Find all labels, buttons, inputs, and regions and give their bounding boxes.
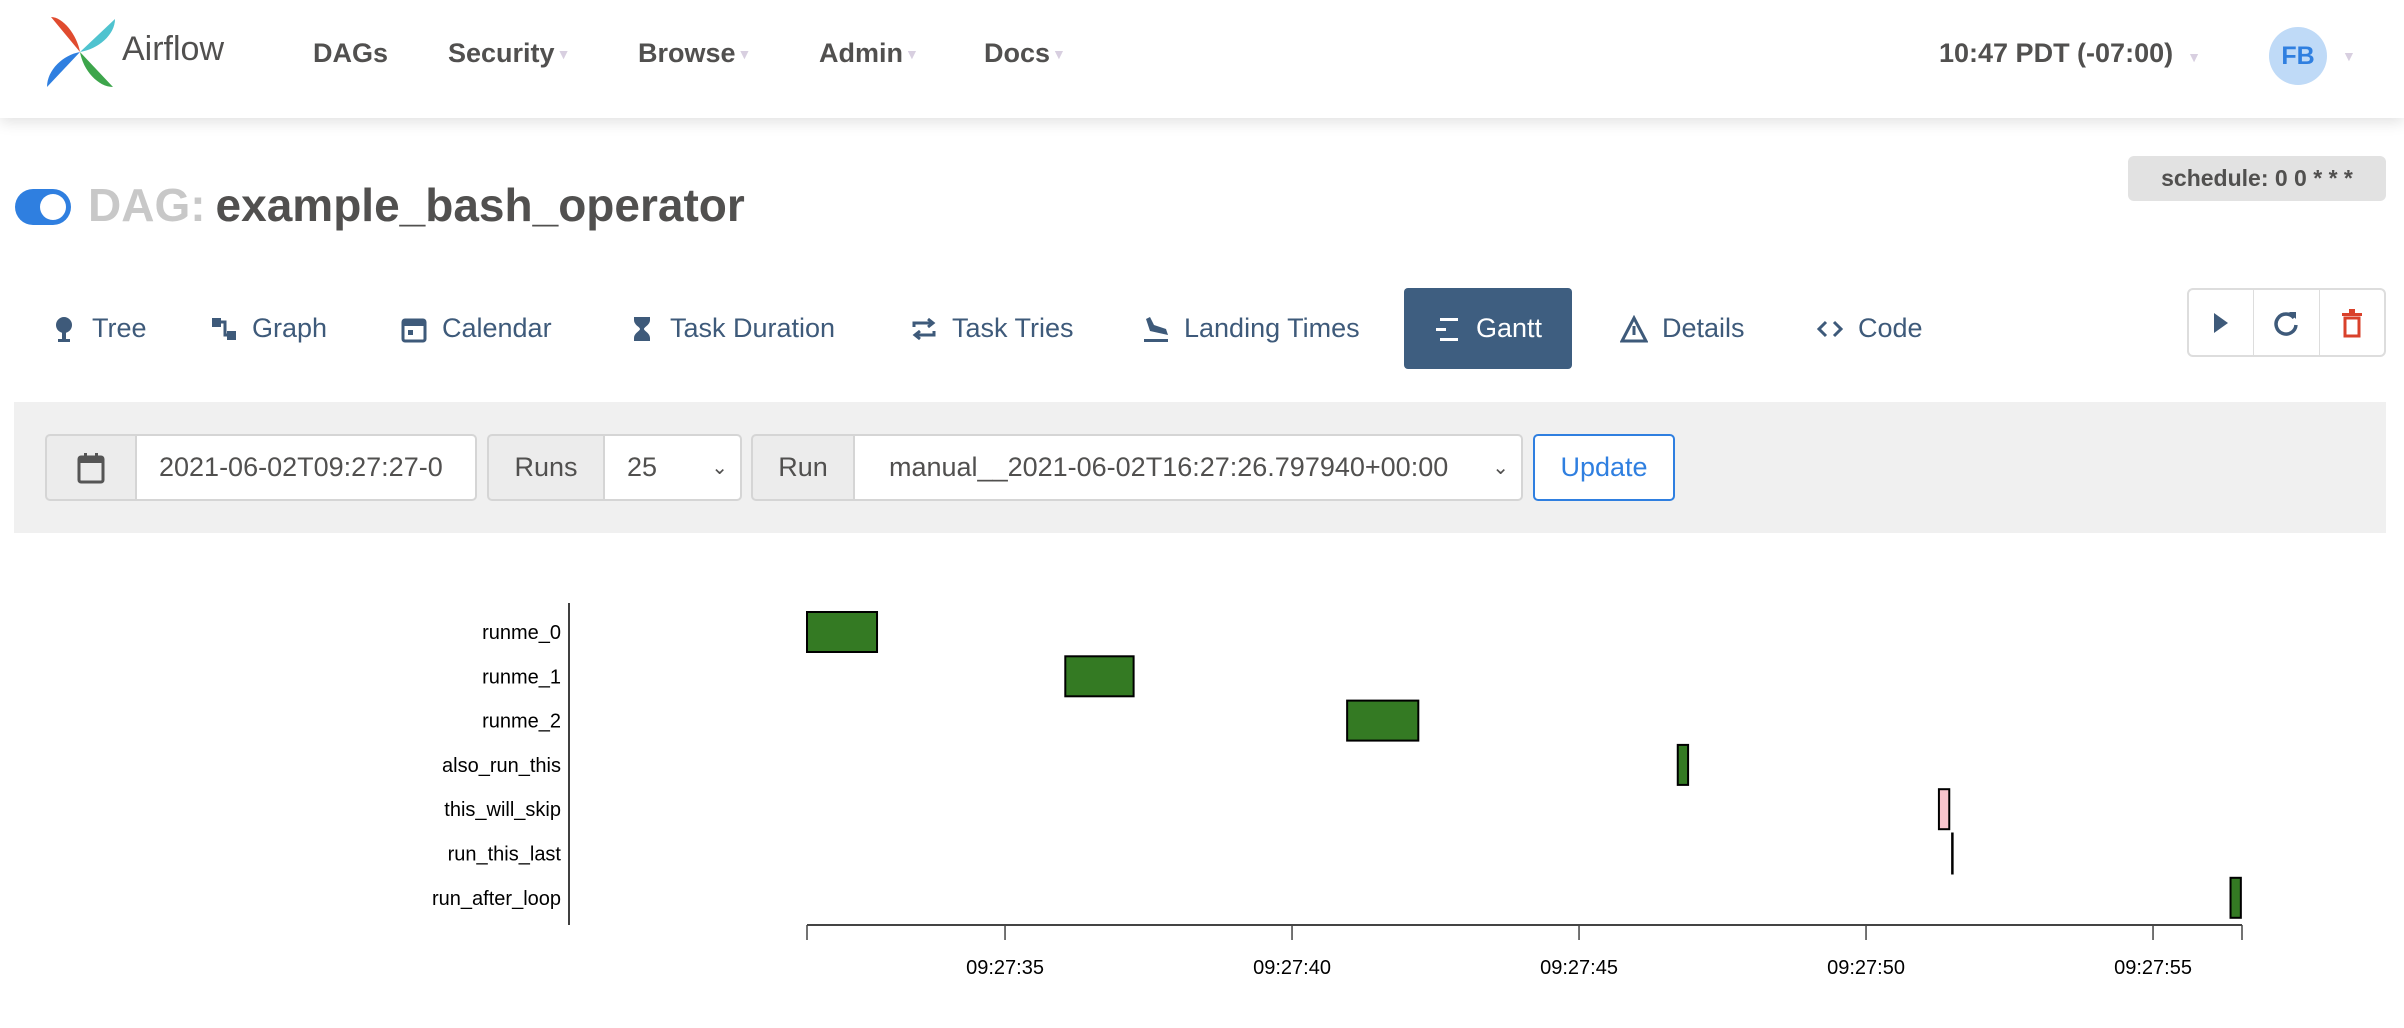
refresh-icon [2274,311,2299,336]
timezone-dropdown[interactable]: 10:47 PDT (-07:00) ▼ [1939,38,2201,69]
chevron-down-icon: ⌄ [1492,457,1509,479]
nav-label: Admin [819,38,903,68]
graph-icon [212,317,236,340]
run-select[interactable]: manual__2021-06-02T16:27:26.797940+00:00… [853,434,1523,501]
tab-label: Details [1662,313,1745,343]
tab-gantt[interactable]: Gantt [1404,288,1573,369]
plane-landing-icon [1144,316,1168,342]
x-tick-label: 09:27:45 [1540,957,1618,979]
run-label: Run [751,434,855,501]
nav-dags[interactable]: DAGs [313,38,388,69]
task-bar-run_this_last[interactable] [1951,832,1954,875]
caret-down-icon: ▼ [2187,49,2201,65]
tab-label: Calendar [442,313,552,343]
nav-admin[interactable]: Admin ▼ [819,38,919,69]
tab-label: Tree [92,313,147,343]
brand-name[interactable]: Airflow [122,30,224,69]
task-bar-run_after_loop[interactable] [2229,876,2242,919]
navbar: Airflow DAGs Security ▼ Browse ▼ Admin ▼ Do… [0,0,2404,118]
tab-tree[interactable]: Tree [42,288,155,369]
tab-label: Code [1858,313,1923,343]
airflow-logo-icon[interactable] [43,15,117,89]
trigger-dag-button[interactable] [2189,290,2255,355]
user-avatar[interactable]: FB [2269,27,2327,85]
task-label: runme_0 [482,622,561,644]
tab-landing-times[interactable]: Landing Times [1134,288,1368,369]
tab-calendar[interactable]: Calendar [392,288,560,369]
task-label: runme_2 [482,711,561,733]
delete-dag-button[interactable] [2320,290,2384,355]
nav-label: Docs [984,38,1051,68]
nav-label: Security [448,38,555,68]
tab-task-tries[interactable]: Task Tries [902,288,1082,369]
trash-icon [2341,308,2362,337]
task-bar-runme_2[interactable] [1346,699,1420,742]
repeat-icon [912,317,936,340]
nav-security[interactable]: Security ▼ [448,38,570,69]
nav-docs[interactable]: Docs ▼ [984,38,1066,69]
nav-label: Browse [638,38,736,68]
update-button[interactable]: Update [1533,434,1675,501]
caret-down-icon: ▼ [1052,45,1066,62]
dag-pause-toggle[interactable] [15,189,71,225]
current-time: 10:47 PDT (-07:00) [1939,38,2174,68]
gantt-chart: runme_0 runme_1 runme_2 also_run_this this_w… [432,603,2243,979]
run-value: manual__2021-06-02T16:27:26.797940+00:00 [889,452,1449,482]
runs-value: 25 [627,452,658,482]
tab-task-duration[interactable]: Task Duration [620,288,843,369]
task-label: runme_1 [482,666,561,688]
tab-code[interactable]: Code [1808,288,1931,369]
nav-label: DAGs [313,38,389,68]
task-bar-this_will_skip[interactable] [1937,788,1951,831]
calendar-icon [77,452,105,483]
play-icon [2214,312,2229,333]
task-bar-also_run_this[interactable] [1676,743,1690,786]
schedule-badge: schedule: 0 0 * * * [2128,156,2386,201]
chevron-down-icon: ⌄ [711,457,728,479]
x-tick-label: 09:27:50 [1827,957,1905,979]
tree-icon [56,316,72,342]
tab-graph[interactable]: Graph [202,288,335,369]
warning-triangle-icon [1620,314,1648,342]
runs-label: Runs [487,434,605,501]
caret-down-icon: ▼ [905,45,919,62]
calendar-addon[interactable] [45,434,137,501]
caret-down-icon: ▼ [556,45,571,62]
tab-label: Graph [252,313,328,343]
x-tick-label: 09:27:40 [1253,957,1331,979]
runs-select[interactable]: 25 ⌄ [603,434,742,501]
nav-browse[interactable]: Browse ▼ [638,38,751,69]
dag-name: example_bash_operator [215,179,745,231]
hourglass-icon [634,316,650,341]
x-tick-label: 09:27:35 [966,957,1044,979]
x-tick-label: 09:27:55 [2114,957,2192,979]
calendar-icon [401,318,427,342]
task-label: run_this_last [448,844,562,866]
code-icon [1816,320,1844,337]
task-label: also_run_this [442,755,561,777]
tab-label: Gantt [1476,313,1543,343]
page-title: DAG: example_bash_operator [88,178,745,232]
tab-label: Task Duration [670,313,836,343]
task-bar-runme_0[interactable] [806,611,879,653]
tab-label: Landing Times [1184,313,1360,343]
gantt-icon [1436,317,1458,341]
refresh-button[interactable] [2254,290,2320,355]
tab-label: Task Tries [952,313,1074,343]
tab-details[interactable]: Details [1612,288,1753,369]
caret-down-icon: ▼ [737,45,752,62]
task-label: this_will_skip [444,799,561,821]
dag-actions [2187,288,2386,357]
task-label: run_after_loop [432,888,561,910]
base-date-input[interactable]: 2021-06-02T09:27:27-0 [135,434,477,501]
dag-prefix: DAG: [88,179,206,231]
caret-down-icon[interactable]: ▼ [2342,48,2356,64]
task-bar-runme_1[interactable] [1064,655,1135,698]
